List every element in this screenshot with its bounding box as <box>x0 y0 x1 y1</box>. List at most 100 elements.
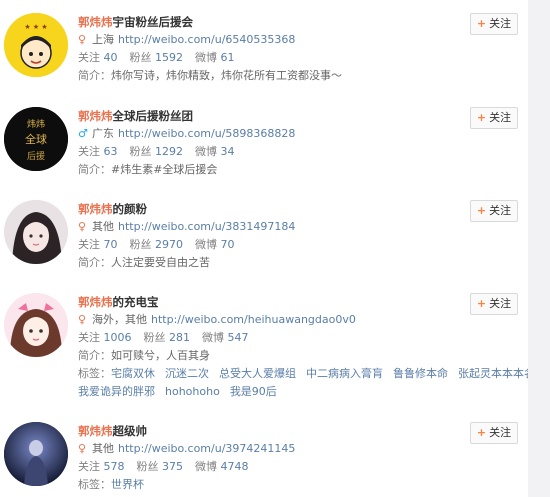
profile-url[interactable]: http://weibo.com/u/6540535368 <box>118 33 295 46</box>
user-avatar[interactable]: ★ ★ ★ <box>4 13 68 77</box>
scrollbar-track[interactable] <box>528 0 550 497</box>
plus-icon: + <box>476 297 487 310</box>
intro-label: 简介： <box>78 163 111 176</box>
search-results-page: ★ ★ ★ 郭炜炜宇宙粉丝后援会 ♀ 上海 http://weibo.com/u/6… <box>0 0 550 497</box>
tag-link[interactable]: 中二病病入膏肓 <box>306 367 383 380</box>
weibo-count[interactable]: 547 <box>228 331 249 344</box>
follow-button[interactable]: + 关注 <box>470 422 518 444</box>
profile-url[interactable]: http://weibo.com/u/3974241145 <box>118 442 295 455</box>
location-line: ♀ 其他 http://weibo.com/u/3974241145 <box>78 440 458 458</box>
user-info: 郭炜炜的颜粉 ♀ 其他 http://weibo.com/u/3831497184 … <box>78 200 458 272</box>
stats-line: 关注 40 粉丝 1592 微博 61 <box>78 49 458 67</box>
user-name[interactable]: 郭炜炜宇宙粉丝后援会 <box>78 13 458 31</box>
user-avatar[interactable] <box>4 200 68 264</box>
user-name[interactable]: 郭炜炜全球后援粉丝团 <box>78 107 458 125</box>
follow-count[interactable]: 70 <box>104 238 118 251</box>
user-info: 郭炜炜的充电宝 ♀ 海外，其他 http://weibo.com/heihuawan… <box>78 293 550 401</box>
weibo-count[interactable]: 61 <box>221 51 235 64</box>
fans-count[interactable]: 281 <box>169 331 190 344</box>
tag-link[interactable]: 我是90后 <box>230 385 277 398</box>
intro-label: 简介： <box>78 256 111 269</box>
weibo-label: 微博 <box>202 331 224 344</box>
follow-label: 关注 <box>78 331 100 344</box>
location-text: 其他 <box>92 220 114 233</box>
tag-link[interactable]: 总受大人爱爆组 <box>219 367 296 380</box>
svg-text:全球: 全球 <box>25 132 47 146</box>
fans-label: 粉丝 <box>136 460 159 473</box>
weibo-count[interactable]: 70 <box>221 238 235 251</box>
profile-url[interactable]: http://weibo.com/u/5898368828 <box>118 127 295 140</box>
intro-line: 简介：炜你写诗，炜你精致，炜你花所有工资都没事～ <box>78 67 458 85</box>
user-info: 郭炜炜宇宙粉丝后援会 ♀ 上海 http://weibo.com/u/6540535… <box>78 13 458 85</box>
weibo-label: 微博 <box>195 51 217 64</box>
profile-url[interactable]: http://weibo.com/heihuawangdao0v0 <box>151 313 356 326</box>
tag-link[interactable]: 鲁鲁修本命 <box>393 367 448 380</box>
weibo-label: 微博 <box>195 460 217 473</box>
user-avatar[interactable] <box>4 293 68 357</box>
intro-line: 简介：人注定要受自由之苦 <box>78 254 458 272</box>
follow-label: 关注 <box>78 51 100 64</box>
location-text: 其他 <box>92 442 114 455</box>
follow-button[interactable]: + 关注 <box>470 13 518 35</box>
user-name[interactable]: 郭炜炜超级帅 <box>78 422 458 440</box>
fans-count[interactable]: 1592 <box>155 51 183 64</box>
intro-line: 简介：如可赎兮，人百其身 <box>78 347 458 365</box>
plus-icon: + <box>476 17 487 30</box>
follow-label: 关注 <box>78 238 100 251</box>
location-line: ♀ 海外，其他 http://weibo.com/heihuawangdao0v0 <box>78 311 458 329</box>
svg-text:★ ★ ★: ★ ★ ★ <box>24 23 47 31</box>
fans-count[interactable]: 1292 <box>155 145 183 158</box>
follow-count[interactable]: 40 <box>104 51 118 64</box>
follow-button[interactable]: + 关注 <box>470 107 518 129</box>
follow-count[interactable]: 578 <box>104 460 125 473</box>
location-text: 广东 <box>92 127 114 140</box>
tag-link[interactable]: hohohoho <box>165 385 220 398</box>
location-line: ♀ 其他 http://weibo.com/u/3831497184 <box>78 218 458 236</box>
fans-count[interactable]: 2970 <box>155 238 183 251</box>
user-info: 郭炜炜超级帅 ♀ 其他 http://weibo.com/u/3974241145 … <box>78 422 458 494</box>
tags-line-2: 我爱诡异的胖邪 hohohoho 我是90后 <box>78 383 458 401</box>
tag-link[interactable]: 我爱诡异的胖邪 <box>78 385 155 398</box>
follow-count[interactable]: 1006 <box>104 331 132 344</box>
user-avatar[interactable] <box>4 422 68 486</box>
female-icon: ♀ <box>78 220 87 233</box>
follow-button-label: 关注 <box>489 111 512 124</box>
weibo-label: 微博 <box>195 145 217 158</box>
male-icon: ♂ <box>78 127 88 140</box>
follow-label: 关注 <box>78 145 100 158</box>
user-avatar[interactable]: 炜炜 全球 后援 <box>4 107 68 171</box>
intro-text: 人注定要受自由之苦 <box>111 256 210 269</box>
location-line: ♀ 上海 http://weibo.com/u/6540535368 <box>78 31 458 49</box>
user-name[interactable]: 郭炜炜的充电宝 <box>78 293 458 311</box>
intro-label: 简介： <box>78 349 111 362</box>
location-text: 上海 <box>92 33 114 46</box>
stats-line: 关注 578 粉丝 375 微博 4748 <box>78 458 458 476</box>
profile-url[interactable]: http://weibo.com/u/3831497184 <box>118 220 295 233</box>
tags-line: 标签：宅腐双休沉迷二次总受大人爱爆组中二病病入膏肓鲁鲁修本命张起灵本本本名黑花 <box>78 365 550 383</box>
follow-button-label: 关注 <box>489 204 512 217</box>
svg-text:炜炜: 炜炜 <box>27 118 45 130</box>
weibo-label: 微博 <box>195 238 217 251</box>
tag-link[interactable]: 张起灵本本本名 <box>458 367 535 380</box>
tag-link[interactable]: 世界杯 <box>111 478 144 491</box>
follow-button[interactable]: + 关注 <box>470 200 518 222</box>
follow-button[interactable]: + 关注 <box>470 293 518 315</box>
plus-icon: + <box>476 111 487 124</box>
location-line: ♂ 广东 http://weibo.com/u/5898368828 <box>78 125 458 143</box>
user-name[interactable]: 郭炜炜的颜粉 <box>78 200 458 218</box>
stats-line: 关注 70 粉丝 2970 微博 70 <box>78 236 458 254</box>
tag-link[interactable]: 宅腐双休 <box>111 367 155 380</box>
tag-link[interactable]: 沉迷二次 <box>165 367 209 380</box>
follow-count[interactable]: 63 <box>104 145 118 158</box>
weibo-count[interactable]: 4748 <box>221 460 249 473</box>
weibo-count[interactable]: 34 <box>221 145 235 158</box>
intro-label: 简介： <box>78 69 111 82</box>
fans-label: 粉丝 <box>129 238 152 251</box>
intro-text: #炜生素#全球后援会 <box>111 163 218 176</box>
female-icon: ♀ <box>78 33 87 46</box>
fans-label: 粉丝 <box>143 331 166 344</box>
follow-label: 关注 <box>78 460 100 473</box>
follow-button-label: 关注 <box>489 426 512 439</box>
fans-count[interactable]: 375 <box>162 460 183 473</box>
intro-line: 简介：#炜生素#全球后援会 <box>78 161 458 179</box>
